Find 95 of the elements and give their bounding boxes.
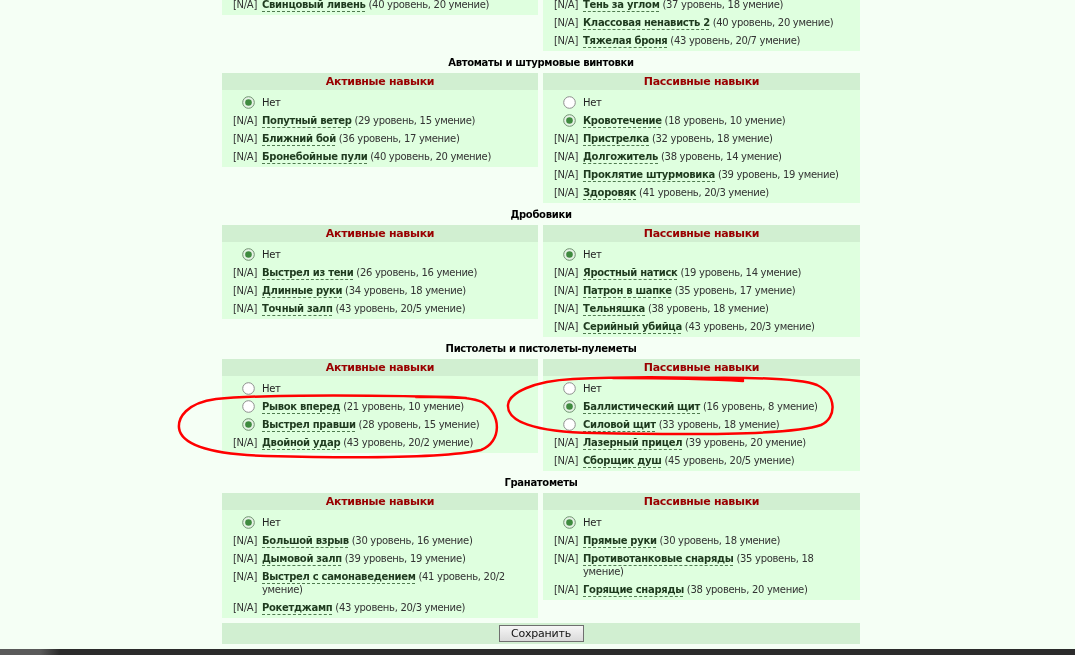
skill-description: Сборщик душ (45 уровень, 20/5 умение) bbox=[583, 454, 795, 467]
unavailable-tag: [N/A] bbox=[554, 34, 578, 47]
skill-description: Бронебойные пули (40 уровень, 20 умение) bbox=[262, 150, 491, 163]
option-label: Нет bbox=[583, 516, 602, 529]
skill-description: Попутный ветер (29 уровень, 15 умение) bbox=[262, 114, 476, 127]
skill-description: Долгожитель (38 уровень, 14 умение) bbox=[583, 150, 782, 163]
panel-heading: Активные навыки bbox=[222, 493, 538, 510]
skill-description: Баллистический щит (16 уровень, 8 умение) bbox=[583, 400, 818, 413]
panel-heading: Пассивные навыки bbox=[543, 493, 860, 510]
skill-description: Противотанковые снаряды (35 уровень, 18 умение) bbox=[583, 552, 815, 578]
skill-description: Здоровяк (41 уровень, 20/3 умение) bbox=[583, 186, 769, 199]
skill-description: Тяжелая броня (43 уровень, 20/7 умение) bbox=[583, 34, 801, 47]
option-label: Нет bbox=[583, 248, 602, 261]
skill-description: Пристрелка (32 уровень, 18 умение) bbox=[583, 132, 773, 145]
radio-button[interactable] bbox=[563, 400, 576, 413]
skill-description: Тень за углом (37 уровень, 18 умение) bbox=[583, 0, 784, 11]
radio-button[interactable] bbox=[563, 96, 576, 109]
unavailable-tag: [N/A] bbox=[233, 150, 257, 163]
option-label: Нет bbox=[262, 96, 281, 109]
radio-button[interactable] bbox=[563, 418, 576, 431]
panel-heading: Активные навыки bbox=[222, 73, 538, 90]
skill-description: Тельняшка (38 уровень, 18 умение) bbox=[583, 302, 769, 315]
unavailable-tag: [N/A] bbox=[554, 302, 578, 315]
save-button[interactable]: Сохранить bbox=[498, 625, 584, 642]
radio-button[interactable] bbox=[563, 382, 576, 395]
skill-description: Ближний бой (36 уровень, 17 умение) bbox=[262, 132, 460, 145]
radio-button[interactable] bbox=[242, 382, 255, 395]
unavailable-tag: [N/A] bbox=[554, 150, 578, 163]
unavailable-tag: [N/A] bbox=[554, 132, 578, 145]
unavailable-tag: [N/A] bbox=[554, 284, 578, 297]
radio-button[interactable] bbox=[242, 96, 255, 109]
unavailable-tag: [N/A] bbox=[233, 132, 257, 145]
section-title: Пистолеты и пистолеты-пулеметы bbox=[444, 342, 638, 356]
radio-button[interactable] bbox=[563, 516, 576, 529]
option-label: Нет bbox=[262, 382, 281, 395]
panel-heading: Активные навыки bbox=[222, 359, 538, 376]
unavailable-tag: [N/A] bbox=[233, 0, 257, 11]
section-title: Автоматы и штурмовые винтовки bbox=[447, 56, 635, 70]
radio-button[interactable] bbox=[242, 516, 255, 529]
unavailable-tag: [N/A] bbox=[554, 266, 578, 279]
skill-description: Длинные руки (34 уровень, 18 умение) bbox=[262, 284, 466, 297]
unavailable-tag: [N/A] bbox=[554, 16, 578, 29]
unavailable-tag: [N/A] bbox=[233, 266, 257, 279]
skill-description: Выстрел с самонаведением (41 уровень, 20/2 умение) bbox=[262, 570, 506, 596]
skill-description: Классовая ненависть 2 (40 уровень, 20 умение) bbox=[583, 16, 834, 29]
option-label: Нет bbox=[583, 96, 602, 109]
radio-button[interactable] bbox=[242, 418, 255, 431]
skill-description: Дымовой залп (39 уровень, 19 умение) bbox=[262, 552, 466, 565]
option-label: Нет bbox=[262, 516, 281, 529]
unavailable-tag: [N/A] bbox=[554, 552, 578, 565]
unavailable-tag: [N/A] bbox=[554, 534, 578, 547]
skill-description: Выстрел правши (28 уровень, 15 умение) bbox=[262, 418, 480, 431]
skill-description: Серийный убийца (43 уровень, 20/3 умение) bbox=[583, 320, 815, 333]
skill-description: Рывок вперед (21 уровень, 10 умение) bbox=[262, 400, 464, 413]
panel-heading: Пассивные навыки bbox=[543, 73, 860, 90]
radio-button[interactable] bbox=[563, 248, 576, 261]
radio-button[interactable] bbox=[242, 400, 255, 413]
panel-heading: Пассивные навыки bbox=[543, 359, 860, 376]
unavailable-tag: [N/A] bbox=[233, 436, 257, 449]
radio-button[interactable] bbox=[242, 248, 255, 261]
unavailable-tag: [N/A] bbox=[233, 570, 257, 583]
skill-description: Выстрел из тени (26 уровень, 16 умение) bbox=[262, 266, 478, 279]
unavailable-tag: [N/A] bbox=[233, 552, 257, 565]
panel-heading: Активные навыки bbox=[222, 225, 538, 242]
section-title: Дробовики bbox=[509, 208, 573, 222]
skill-description: Горящие снаряды (38 уровень, 20 умение) bbox=[583, 583, 808, 596]
skill-description: Двойной удар (43 уровень, 20/2 умение) bbox=[262, 436, 474, 449]
unavailable-tag: [N/A] bbox=[233, 284, 257, 297]
skill-description: Патрон в шапке (35 уровень, 17 умение) bbox=[583, 284, 796, 297]
unavailable-tag: [N/A] bbox=[554, 436, 578, 449]
unavailable-tag: [N/A] bbox=[554, 454, 578, 467]
unavailable-tag: [N/A] bbox=[554, 186, 578, 199]
unavailable-tag: [N/A] bbox=[554, 583, 578, 596]
unavailable-tag: [N/A] bbox=[233, 302, 257, 315]
skill-description: Яростный натиск (19 уровень, 14 умение) bbox=[583, 266, 802, 279]
skill-description: Свинцовый ливень (40 уровень, 20 умение) bbox=[262, 0, 490, 11]
skill-description: Лазерный прицел (39 уровень, 20 умение) bbox=[583, 436, 806, 449]
skill-description: Точный залп (43 уровень, 20/5 умение) bbox=[262, 302, 466, 315]
panel-heading: Пассивные навыки bbox=[543, 225, 860, 242]
skill-description: Проклятие штурмовика (39 уровень, 19 умение) bbox=[583, 168, 839, 181]
skill-description: Рокетджамп (43 уровень, 20/3 умение) bbox=[262, 601, 466, 614]
unavailable-tag: [N/A] bbox=[233, 114, 257, 127]
unavailable-tag: [N/A] bbox=[233, 601, 257, 614]
unavailable-tag: [N/A] bbox=[554, 0, 578, 11]
unavailable-tag: [N/A] bbox=[554, 320, 578, 333]
skill-description: Силовой щит (33 уровень, 18 умение) bbox=[583, 418, 780, 431]
section-title: Гранатометы bbox=[503, 476, 579, 490]
option-label: Нет bbox=[262, 248, 281, 261]
radio-button[interactable] bbox=[563, 114, 576, 127]
option-label: Нет bbox=[583, 382, 602, 395]
unavailable-tag: [N/A] bbox=[554, 168, 578, 181]
skill-description: Большой взрыв (30 уровень, 16 умение) bbox=[262, 534, 473, 547]
skill-description: Прямые руки (30 уровень, 18 умение) bbox=[583, 534, 781, 547]
unavailable-tag: [N/A] bbox=[233, 534, 257, 547]
skill-description: Кровотечение (18 уровень, 10 умение) bbox=[583, 114, 786, 127]
